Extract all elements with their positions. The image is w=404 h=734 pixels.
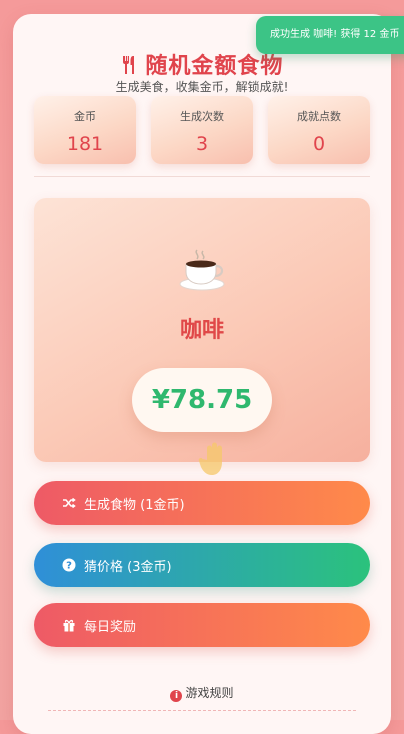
gift-icon: [62, 618, 76, 632]
game-rules-link[interactable]: i 游戏规则: [0, 684, 404, 702]
tap-hint-icon: [198, 440, 228, 478]
stat-achievement-points-label: 成就点数: [297, 110, 341, 123]
guess-price-label: 猜价格 (3金币): [84, 559, 172, 575]
coffee-cup-icon: [34, 248, 370, 296]
game-rules-label: 游戏规则: [185, 686, 234, 700]
generate-food-button[interactable]: 生成食物 (1金币): [34, 481, 370, 525]
food-display: 咖啡 ¥78.75: [34, 198, 370, 462]
stat-coins: 金币 181: [34, 96, 136, 164]
info-icon: i: [170, 690, 183, 702]
daily-reward-label: 每日奖励: [84, 619, 137, 635]
stat-generate-count-label: 生成次数: [180, 110, 224, 123]
food-price: ¥78.75: [132, 368, 272, 432]
shuffle-icon: [62, 496, 76, 510]
rules-divider: [48, 710, 356, 711]
utensils-icon: [121, 53, 146, 79]
stat-generate-count: 生成次数 3: [151, 96, 253, 164]
stat-generate-count-value: 3: [195, 133, 209, 155]
food-name: 咖啡: [179, 318, 224, 343]
page-subtitle: 生成美食，收集金币，解锁成就!: [115, 80, 289, 94]
generate-food-label: 生成食物 (1金币): [84, 497, 185, 513]
stat-achievement-points-value: 0: [312, 133, 326, 155]
question-circle-icon: ?: [62, 558, 76, 572]
toast-notification: 成功生成 咖啡! 获得 12 金币: [256, 16, 404, 54]
daily-reward-button[interactable]: 每日奖励: [34, 603, 370, 647]
svg-text:?: ?: [66, 561, 72, 572]
stat-coins-value: 181: [66, 133, 104, 155]
stat-coins-label: 金币: [74, 110, 96, 123]
guess-price-button[interactable]: ? 猜价格 (3金币): [34, 543, 370, 587]
divider: [34, 176, 370, 177]
title-text: 随机金额食物: [145, 53, 284, 79]
stat-achievement-points: 成就点数 0: [268, 96, 370, 164]
